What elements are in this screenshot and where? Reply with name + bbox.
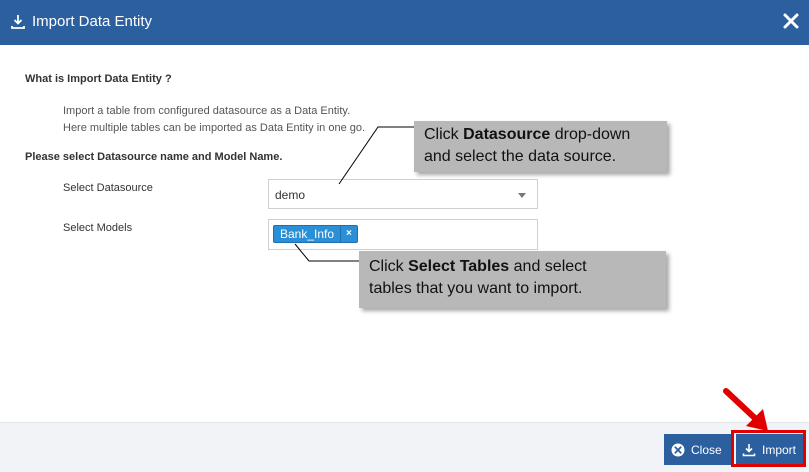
chevron-down-icon — [518, 193, 526, 198]
dialog-footer: Close Import — [0, 422, 809, 472]
remove-tag-icon[interactable]: × — [340, 226, 357, 242]
models-multiselect[interactable]: Bank_Info × — [268, 219, 538, 250]
download-icon — [11, 15, 25, 29]
datasource-label: Select Datasource — [63, 182, 153, 194]
callout-datasource-line2: and select the data source. — [424, 148, 617, 165]
dialog-header: Import Data Entity — [0, 0, 809, 45]
datasource-value: demo — [275, 188, 306, 202]
callout-tables-line2: tables that you want to import. — [369, 280, 583, 297]
import-button[interactable]: Import — [736, 434, 803, 465]
question-select-datasource: Please select Datasource name and Model … — [25, 151, 283, 163]
import-button-label: Import — [762, 442, 797, 457]
model-tag-label: Bank_Info — [280, 227, 335, 241]
dialog-title: Import Data Entity — [32, 13, 153, 30]
datasource-select[interactable]: demo — [268, 179, 538, 209]
callout-tables: Click Select Tables and select tables th… — [359, 251, 666, 308]
model-tag: Bank_Info × — [273, 225, 358, 243]
callout-datasource-line1: Click Datasource drop-down — [424, 126, 631, 143]
description-line-1: Import a table from configured datasourc… — [63, 105, 351, 117]
close-icon[interactable] — [782, 12, 800, 30]
callout-tables-line1: Click Select Tables and select — [369, 258, 587, 275]
close-button[interactable]: Close — [664, 434, 732, 465]
description-line-2: Here multiple tables can be imported as … — [63, 122, 366, 134]
callout-datasource: Click Datasource drop-down and select th… — [414, 121, 667, 172]
times-circle-icon — [671, 443, 685, 456]
models-label: Select Models — [63, 222, 133, 234]
dialog-body: What is Import Data Entity ? Import a ta… — [0, 45, 809, 422]
close-button-label: Close — [691, 442, 722, 457]
question-what-is: What is Import Data Entity ? — [25, 73, 172, 85]
download-icon — [742, 443, 756, 456]
